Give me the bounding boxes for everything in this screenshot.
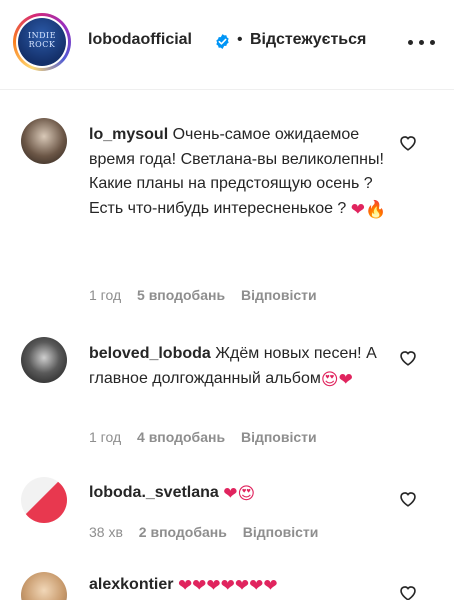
reply-button[interactable]: Відповісти	[241, 287, 317, 303]
like-heart-icon[interactable]	[398, 583, 418, 600]
comment-emojis: ❤😍	[223, 484, 256, 503]
comment-meta: 1 год 4 вподобань Відповісти	[89, 429, 329, 445]
follow-status-button[interactable]: Відстежується	[250, 31, 366, 49]
comment-time[interactable]: 1 год	[89, 287, 121, 303]
comment-time[interactable]: 1 год	[89, 429, 121, 445]
commenter-avatar[interactable]	[21, 337, 67, 383]
comment-text: lo_mysoul Очень-самое ожидаемое время го…	[89, 123, 389, 221]
post-header: INDIE ROCK lobodaofficial • Відстежуєтьс…	[0, 0, 454, 90]
comment-likes[interactable]: 4 вподобань	[137, 429, 225, 445]
more-options-icon[interactable]	[408, 39, 436, 47]
comment-username[interactable]: loboda._svetlana	[89, 484, 219, 501]
commenter-avatar[interactable]	[21, 572, 67, 600]
comment-username[interactable]: beloved_loboda	[89, 345, 211, 362]
like-heart-icon[interactable]	[398, 489, 418, 507]
comment-username[interactable]: lo_mysoul	[89, 126, 168, 143]
profile-avatar[interactable]: INDIE ROCK	[13, 13, 71, 71]
comment-time[interactable]: 38 хв	[89, 524, 123, 540]
comment-username[interactable]: alexkontier	[89, 576, 173, 593]
reply-button[interactable]: Відповісти	[241, 429, 317, 445]
comment-meta: 1 год 5 вподобань Відповісти	[89, 287, 329, 303]
like-heart-icon[interactable]	[398, 348, 418, 366]
comment-emojis: 😍❤	[320, 369, 353, 389]
comment-text: loboda._svetlana ❤😍	[89, 481, 389, 506]
avatar-image: INDIE ROCK	[18, 18, 66, 66]
comment-emojis: ❤❤❤❤❤❤❤	[177, 576, 278, 595]
reply-button[interactable]: Відповісти	[243, 524, 319, 540]
commenter-avatar[interactable]	[21, 477, 67, 523]
comment-likes[interactable]: 5 вподобань	[137, 287, 225, 303]
like-heart-icon[interactable]	[398, 133, 418, 151]
verified-badge-icon	[216, 34, 229, 49]
profile-username[interactable]: lobodaofficial	[88, 31, 192, 49]
comment-emojis: ❤🔥	[350, 199, 387, 219]
comment-likes[interactable]: 2 вподобань	[139, 524, 227, 540]
separator-dot: •	[237, 31, 243, 48]
comment-meta: 38 хв 2 вподобань Відповісти	[89, 524, 330, 540]
commenter-avatar[interactable]	[21, 118, 67, 164]
comment-text: alexkontier ❤❤❤❤❤❤❤	[89, 573, 389, 598]
avatar-logo-text: INDIE ROCK	[27, 31, 57, 49]
comment-text: beloved_loboda Ждём новых песен! А главн…	[89, 342, 389, 391]
